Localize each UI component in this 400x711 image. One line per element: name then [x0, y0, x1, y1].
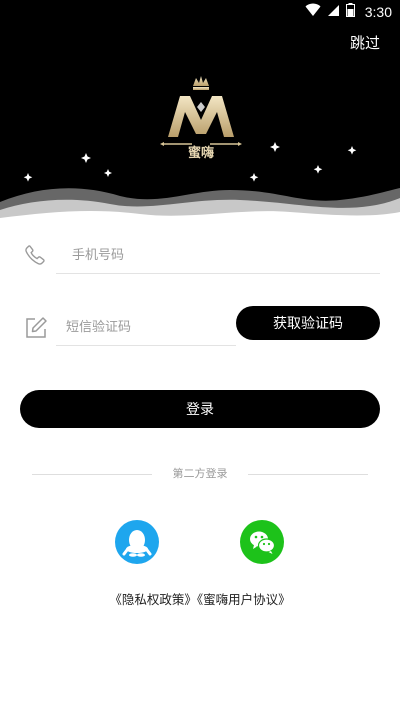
edit-icon	[24, 316, 48, 340]
code-underline	[56, 345, 236, 346]
header-banner: 3:30 跳过 蜜嗨	[0, 0, 400, 228]
phone-underline	[56, 273, 380, 274]
qq-icon	[122, 530, 152, 557]
privacy-policy-link[interactable]: 《隐私权政策》	[109, 592, 197, 607]
third-party-label: 第二方登录	[172, 467, 228, 480]
code-input[interactable]	[66, 310, 236, 344]
login-button[interactable]: 登录	[20, 390, 380, 428]
get-code-button[interactable]: 获取验证码	[236, 306, 380, 340]
phone-input[interactable]	[70, 238, 380, 272]
divider-line-left	[32, 474, 152, 475]
login-screen: 3:30 跳过 蜜嗨 手机号码 短信验证码 获取验证码 登录 第二方登录 《隐私…	[0, 0, 400, 711]
phone-icon	[24, 244, 46, 266]
divider-line-right	[248, 474, 368, 475]
code-row: 获取验证码	[20, 306, 380, 346]
wechat-icon	[250, 531, 276, 554]
agreements-row: 《隐私权政策》《蜜嗨用户协议》	[0, 589, 400, 608]
logo-text: 蜜嗨	[187, 146, 214, 161]
qq-login-button[interactable]	[115, 520, 159, 564]
third-party-divider: 第二方登录	[32, 465, 368, 483]
wave-decoration	[0, 188, 400, 228]
user-agreement-link[interactable]: 《蜜嗨用户协议》	[197, 592, 291, 607]
wechat-login-button[interactable]	[240, 520, 284, 564]
phone-row	[20, 238, 380, 274]
